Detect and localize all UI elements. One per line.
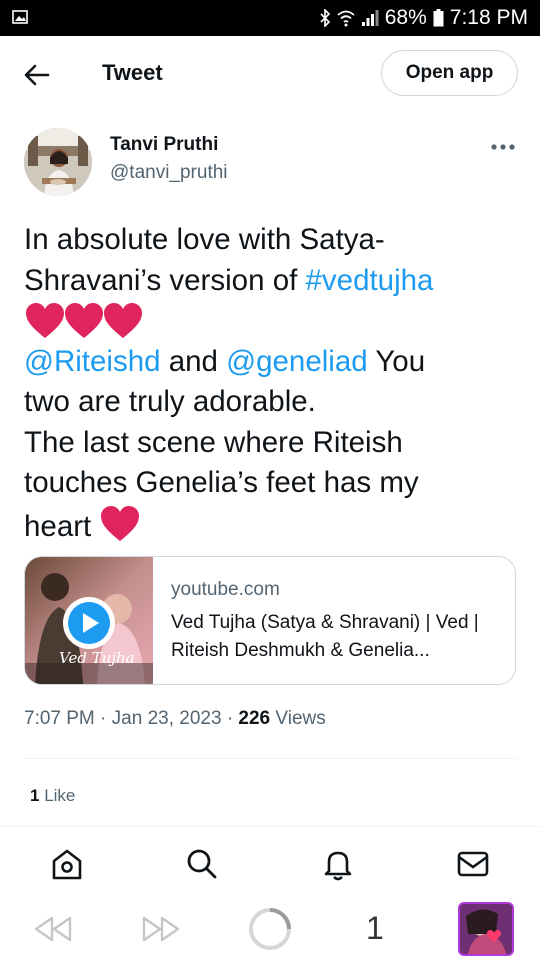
page-title: Tweet [102,60,163,85]
mention-link[interactable]: @geneliad [226,345,368,378]
tab-count[interactable]: 1 [366,910,384,947]
status-time: 7:18 PM [449,6,528,29]
more-options-icon[interactable] [490,140,516,152]
wifi-icon [337,9,355,27]
separator-dot: · [226,708,239,729]
tweet-line [24,301,524,342]
status-bar: 68% 7:18 PM [0,0,540,36]
card-title: Ved Tujha (Satya & Shravani) | Ved | Rit… [171,612,479,661]
battery-percent: 68% [384,6,427,29]
hashtag-link[interactable]: #vedtujha [306,264,434,297]
browser-bar: 1 [0,898,540,960]
tweet-time: 7:07 PM [24,708,95,729]
forward-icon[interactable] [140,914,182,949]
heart-emoji-icon [102,301,144,341]
views-label: Views [270,708,326,729]
tweet-line: Shravani’s version of #vedtujha [24,261,524,302]
top-header: Tweet Open app [0,36,540,112]
separator-dot: · [100,708,112,729]
tweet-line: @Riteishd and @geneliad You [24,342,524,383]
open-app-button[interactable]: Open app [381,50,518,96]
tweet-line: In absolute love with Satya- [24,223,385,256]
tweet-line: heart [24,504,524,545]
heart-emoji-icon [63,301,105,341]
heart-emoji-icon [99,504,141,544]
likes-summary[interactable]: 1 Like [30,786,75,806]
divider [24,758,516,759]
card-domain: youtube.com [171,579,280,600]
tweet-date: Jan 23, 2023 [111,708,222,729]
back-icon[interactable] [32,914,74,949]
gallery-icon [12,9,28,25]
heart-emoji-icon [24,301,66,341]
play-icon[interactable] [62,596,116,650]
messages-icon[interactable] [456,847,490,881]
author-avatar[interactable] [24,128,92,196]
tweet-line: The last scene where Riteish [24,425,403,459]
bottom-navigation [0,826,540,898]
loading-icon[interactable] [247,906,293,957]
back-arrow-icon[interactable] [22,60,52,90]
tweet-meta: 7:07 PM · Jan 23, 2023 · 226 Views [24,708,326,730]
author-handle[interactable]: @tanvi_pruthi [110,162,228,184]
tweet-line: two are truly adorable. [24,385,316,418]
likes-label: Like [39,786,76,805]
link-card[interactable]: Ved Tujha youtube.com Ved Tujha (Satya &… [24,556,516,685]
home-icon[interactable] [50,847,84,881]
author-name[interactable]: Tanvi Pruthi [110,134,218,156]
tweet-text: In absolute love with Satya- Shravani’s … [24,220,524,544]
tweet-text-segment: You [367,344,426,378]
video-thumbnail[interactable]: Ved Tujha [25,557,153,684]
tweet-text-segment: Shravani’s version of [24,263,306,297]
thumbnail-caption: Ved Tujha [59,649,135,667]
mention-link[interactable]: @Riteishd [24,345,161,378]
search-icon[interactable] [185,847,219,881]
views-count: 226 [238,708,271,729]
battery-icon [433,9,444,27]
signal-icon [361,9,379,27]
tweet-text-segment: and [160,344,227,378]
bluetooth-icon [319,9,331,27]
notifications-icon[interactable] [321,847,355,881]
tweet-text-segment: heart [24,509,100,543]
tweet-line: touches Genelia’s feet has my [24,466,419,499]
profile-thumbnail[interactable] [458,902,514,956]
